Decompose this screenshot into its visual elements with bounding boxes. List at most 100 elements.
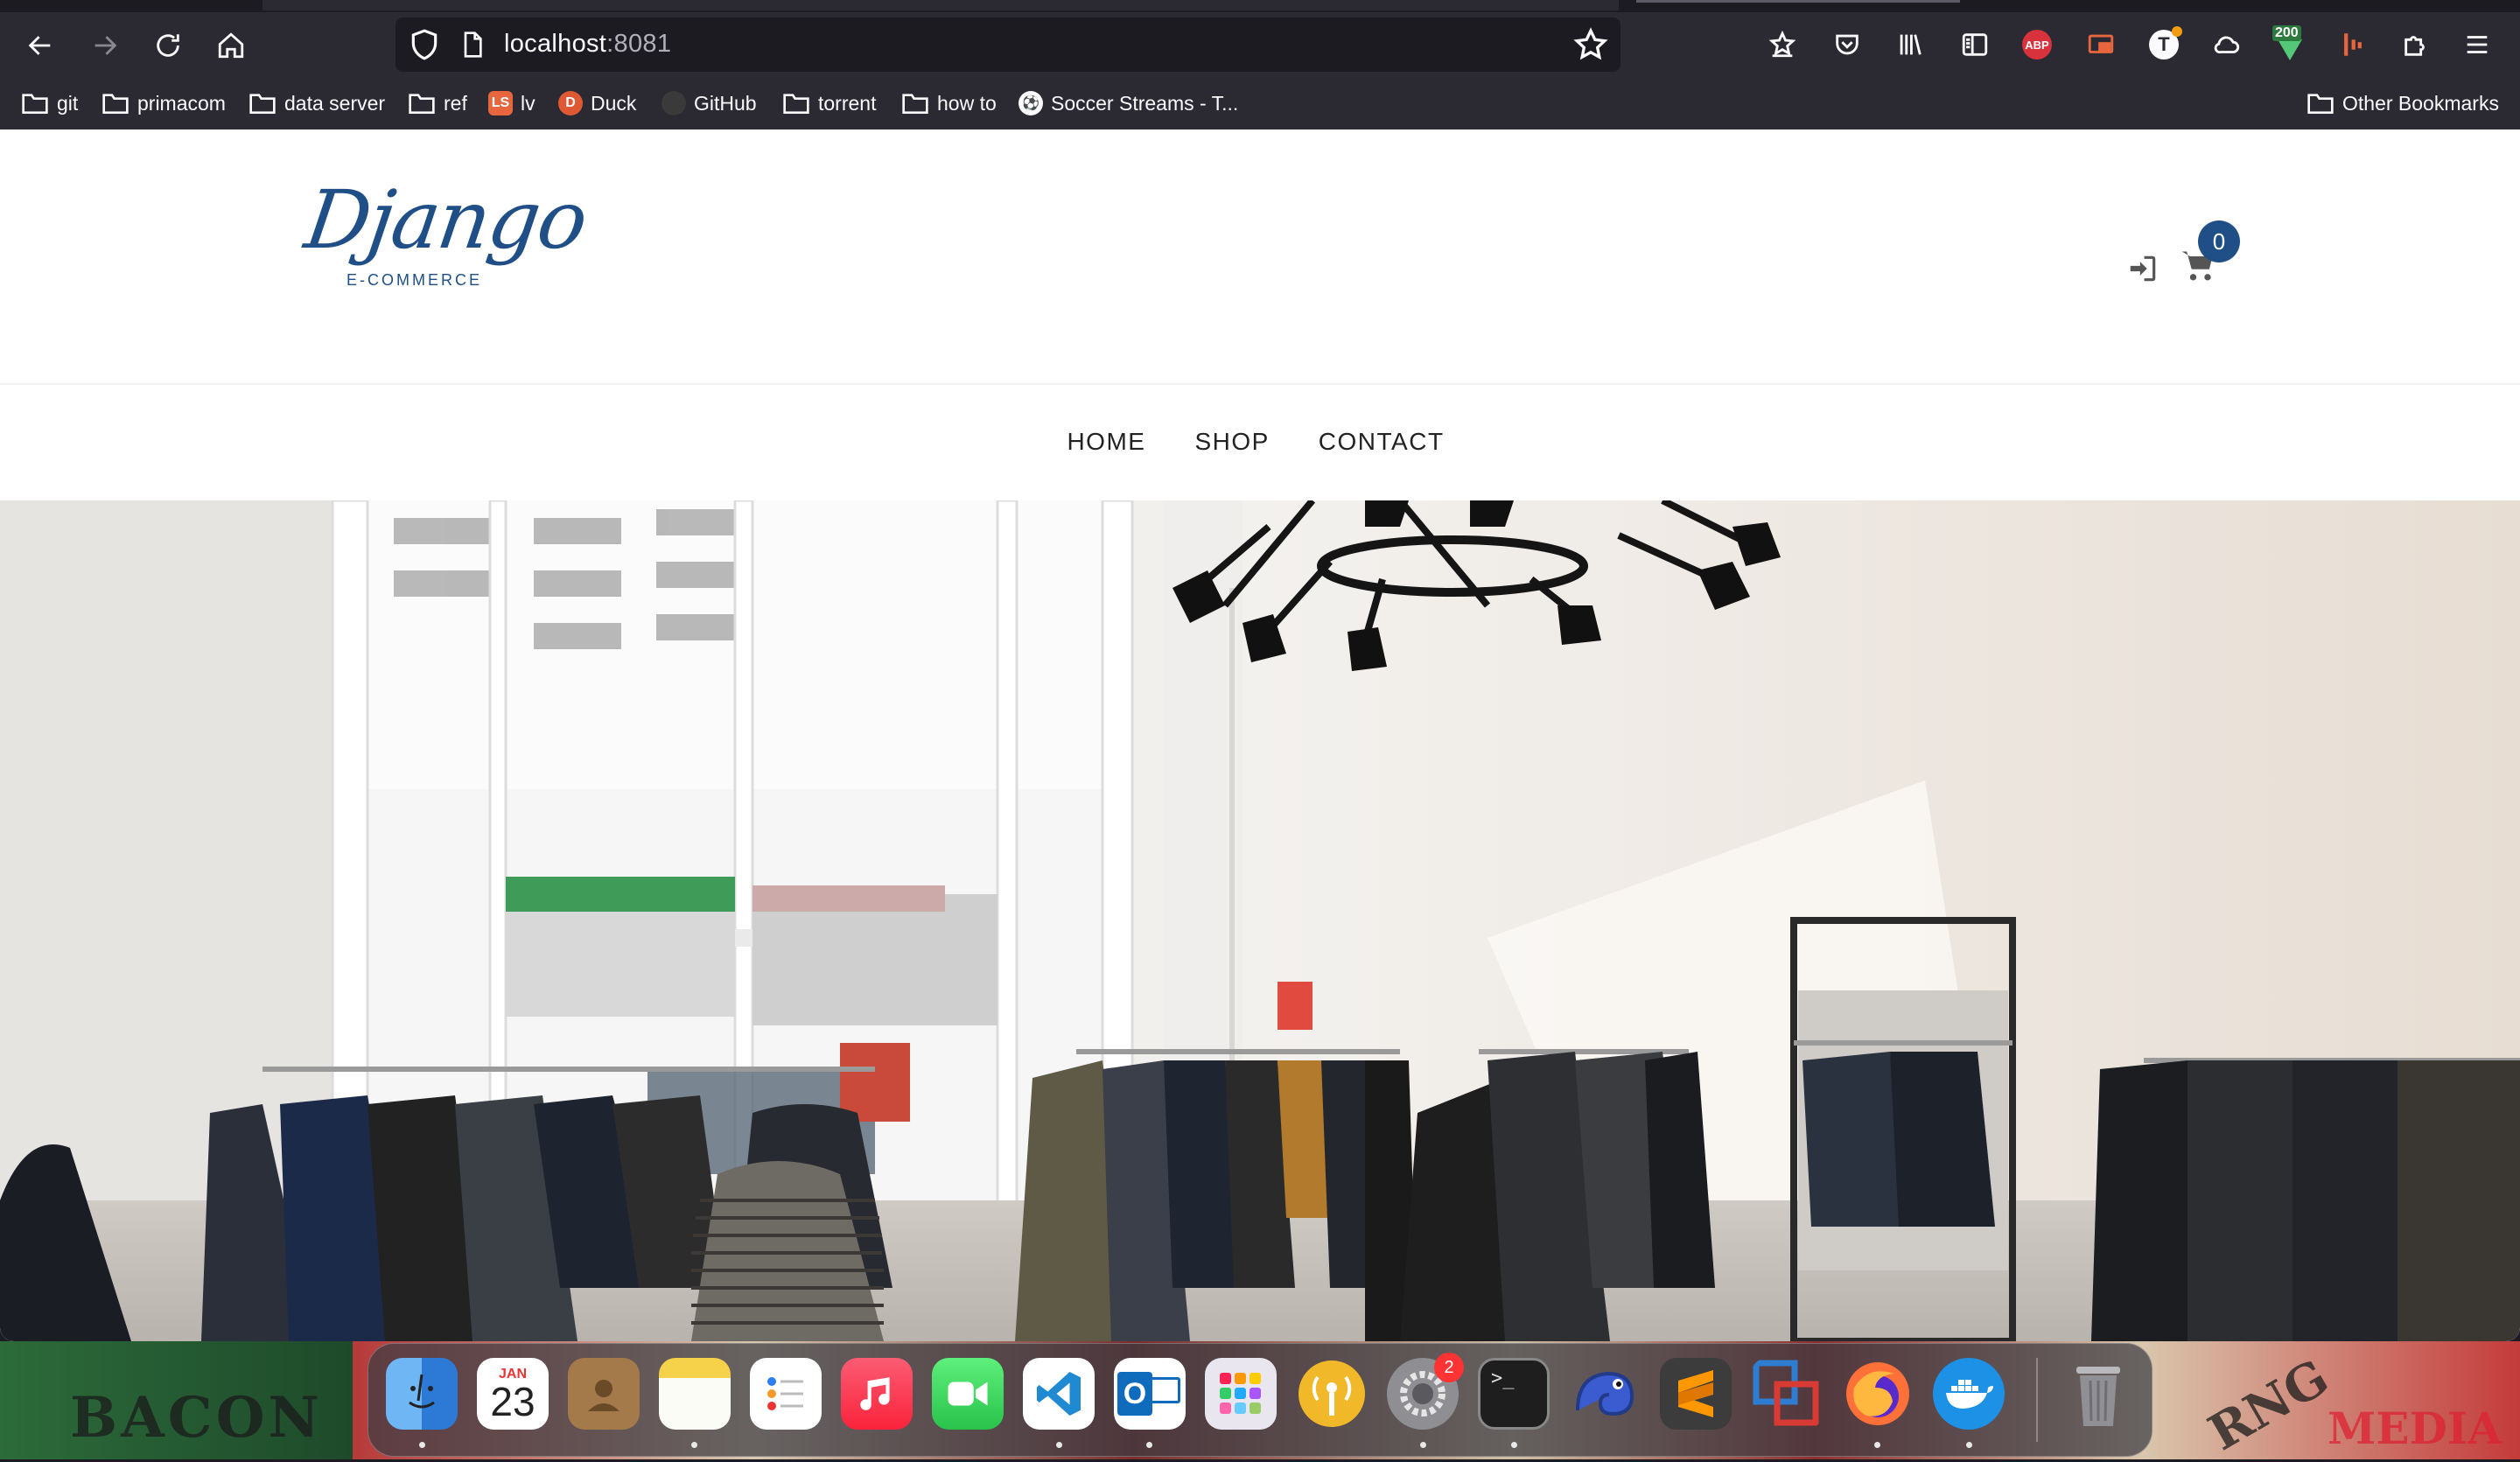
terminal-prompt-glyph: >_	[1491, 1368, 1515, 1389]
status-triangle	[2278, 39, 2302, 60]
status-code-badge: 200	[2272, 25, 2301, 41]
cart-count-badge[interactable]: 0	[2198, 220, 2240, 262]
music-note	[860, 1377, 890, 1410]
bookmark-git[interactable]: git	[21, 89, 78, 117]
music-icon[interactable]	[841, 1358, 913, 1430]
bars-extension-button[interactable]	[2331, 23, 2375, 66]
launchpad-icon[interactable]	[1205, 1358, 1277, 1430]
library-icon	[1900, 34, 1922, 55]
web-page: Django E-COMMERCE 0 HOME SHOP CONTACT	[0, 129, 2520, 1341]
nav-contact[interactable]: CONTACT	[1319, 428, 1445, 456]
bookmark-star-icon[interactable]	[1573, 27, 1608, 62]
header-actions: 0	[2126, 217, 2249, 287]
outlook-icon[interactable]: O	[1114, 1358, 1186, 1430]
extensions-button[interactable]	[2394, 23, 2438, 66]
parallels-icon[interactable]	[1751, 1358, 1823, 1430]
t-extension-button[interactable]: T	[2142, 23, 2186, 66]
notification-badge: 2	[1434, 1353, 1464, 1382]
login-icon[interactable]	[2126, 252, 2160, 285]
wallpaper-text-rng: RNG	[2199, 1348, 2339, 1462]
running-indicator	[1874, 1442, 1880, 1448]
duckduckgo-icon: D	[558, 91, 583, 115]
vscode-icon[interactable]	[1023, 1358, 1095, 1430]
bookmark-label: Soccer Streams - T...	[1051, 91, 1239, 115]
firefox-glyph	[1846, 1362, 1909, 1425]
running-indicator	[1056, 1442, 1062, 1448]
url-text[interactable]: localhost:8081	[504, 30, 671, 59]
url-port: :8081	[606, 30, 672, 58]
puzzle-icon	[2404, 36, 2425, 56]
running-indicator	[1511, 1442, 1517, 1448]
docker-icon[interactable]	[1933, 1358, 2005, 1430]
bookmark-label: git	[57, 91, 79, 115]
firefox-icon[interactable]	[1842, 1358, 1914, 1430]
running-indicator	[691, 1442, 697, 1448]
pocket-icon	[1836, 34, 1858, 55]
logo-subtext: E-COMMERCE	[346, 271, 482, 289]
wallpaper-text-media: MEDIA	[2328, 1403, 2502, 1454]
soccer-ball-icon: ⚽	[1018, 91, 1043, 115]
sublime-text-icon[interactable]	[1660, 1358, 1732, 1430]
pocket-button[interactable]	[1825, 23, 1869, 66]
cloud-extension-button[interactable]	[2205, 23, 2249, 66]
home-icon	[218, 32, 244, 59]
reload-button[interactable]	[144, 21, 192, 70]
url-bar[interactable]: localhost:8081	[396, 17, 1620, 72]
wallpaper-text-bacon: BACON	[70, 1385, 323, 1451]
back-button[interactable]	[16, 21, 65, 70]
bookmark-how-to[interactable]: how to	[901, 89, 997, 117]
facetime-icon[interactable]	[932, 1358, 1004, 1430]
contacts-icon[interactable]	[568, 1358, 640, 1430]
reminders-icon[interactable]	[750, 1358, 822, 1430]
chameleon-icon[interactable]	[1569, 1358, 1641, 1430]
bookmark-label: data server	[284, 91, 386, 115]
trash-icon[interactable]	[2062, 1358, 2134, 1430]
shield-icon[interactable]	[408, 28, 441, 61]
cast-icon	[2088, 34, 2114, 53]
save-to-pocket-button[interactable]	[1760, 23, 1804, 66]
forward-button[interactable]	[80, 21, 130, 70]
app-menu-button[interactable]	[2455, 23, 2499, 66]
browser-chrome: localhost:8081 ABP T 200 git primacom da…	[0, 0, 2520, 129]
tab-strip	[0, 0, 2520, 12]
http-status-icon: 200	[2272, 25, 2307, 62]
other-bookmarks[interactable]: Other Bookmarks	[2306, 89, 2499, 117]
notes-icon[interactable]	[659, 1358, 731, 1430]
finder-icon[interactable]	[386, 1358, 458, 1430]
folder-icon	[102, 94, 129, 114]
bookmark-lv[interactable]: LS lv	[488, 89, 536, 117]
vscode-glyph	[1037, 1372, 1081, 1416]
nav-home[interactable]: HOME	[1067, 428, 1145, 456]
page-icon[interactable]	[458, 30, 486, 59]
bars-icon	[2344, 33, 2362, 56]
bookmark-data-server[interactable]: data server	[248, 89, 385, 117]
folder-icon	[783, 94, 809, 114]
library-button[interactable]	[1888, 23, 1932, 66]
folder-icon	[902, 94, 928, 114]
bookmark-github[interactable]: GitHub	[662, 89, 757, 117]
parallels-glyph	[1753, 1360, 1819, 1426]
bookmark-duck[interactable]: D Duck	[558, 89, 636, 117]
bookmark-ref[interactable]: ref	[408, 89, 467, 117]
adblock-plus-button[interactable]: ABP	[2015, 23, 2059, 66]
calendar-icon[interactable]: JAN 23	[477, 1358, 549, 1430]
broadcast-glyph	[1298, 1361, 1365, 1427]
cast-extension-button[interactable]	[2079, 23, 2123, 66]
active-tab[interactable]	[262, 0, 1619, 10]
bookmark-torrent[interactable]: torrent	[782, 89, 876, 117]
status-200-extension-button[interactable]: 200	[2268, 23, 2312, 66]
logo-wordmark: Django	[299, 173, 592, 267]
hero-image	[0, 500, 2520, 1341]
nav-shop[interactable]: SHOP	[1194, 428, 1269, 456]
sidebar-button[interactable]	[1953, 23, 1997, 66]
folder-icon	[2307, 94, 2334, 114]
site-logo[interactable]: Django E-COMMERCE	[299, 173, 592, 304]
bookmark-primacom[interactable]: primacom	[102, 89, 226, 117]
reminders-glyph	[767, 1377, 803, 1410]
home-button[interactable]	[206, 21, 256, 70]
bookmark-soccer-streams[interactable]: ⚽ Soccer Streams - T...	[1018, 89, 1238, 117]
terminal-icon[interactable]: >_	[1478, 1358, 1550, 1430]
podcast-capture-icon[interactable]	[1296, 1358, 1368, 1430]
save-to-pocket-icon	[1768, 30, 1796, 58]
running-indicator	[1146, 1442, 1152, 1448]
